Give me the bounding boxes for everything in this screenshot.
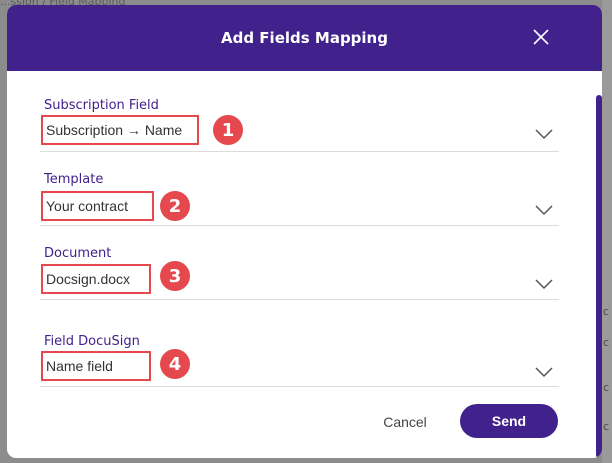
field-docusign-select[interactable]: Field DocuSign Name field [40, 334, 559, 388]
subscription-field-value: Subscription → Name [41, 115, 199, 145]
template-value: Your contract [41, 191, 154, 221]
template-select[interactable]: Template Your contract [40, 172, 559, 226]
step-badge-4: 4 [160, 349, 190, 379]
background-text-fragment: c [603, 336, 610, 349]
field-underline [40, 386, 559, 387]
dialog-scrollbar[interactable] [596, 95, 602, 458]
cancel-button[interactable]: Cancel [367, 407, 443, 437]
document-select[interactable]: Document Docsign.docx [40, 246, 559, 300]
close-button[interactable] [530, 26, 552, 48]
field-docusign-label: Field DocuSign [44, 334, 140, 349]
background-text-fragment: c [603, 381, 610, 394]
close-icon [533, 29, 549, 45]
template-label: Template [44, 172, 104, 187]
background-text-fragment: c [603, 420, 610, 433]
subscription-field-label: Subscription Field [44, 98, 159, 113]
field-docusign-value: Name field [41, 351, 151, 381]
document-value: Docsign.docx [41, 264, 151, 294]
step-badge-3: 3 [160, 261, 190, 291]
field-underline [40, 151, 559, 152]
step-badge-1: 1 [213, 115, 243, 145]
dialog-header: Add Fields Mapping [7, 5, 602, 71]
chevron-down-icon [535, 129, 553, 140]
dialog-title: Add Fields Mapping [221, 29, 388, 47]
send-button[interactable]: Send [460, 404, 558, 438]
field-underline [40, 299, 559, 300]
subscription-field-select[interactable]: Subscription Field Subscription → Name [40, 98, 559, 152]
step-badge-2: 2 [160, 191, 190, 221]
chevron-down-icon [535, 205, 553, 216]
document-label: Document [44, 246, 112, 261]
background-text-fragment: c [603, 305, 610, 318]
chevron-down-icon [535, 279, 553, 290]
add-fields-mapping-dialog: Add Fields Mapping Subscription Field Su… [7, 5, 602, 458]
field-underline [40, 225, 559, 226]
chevron-down-icon [535, 367, 553, 378]
